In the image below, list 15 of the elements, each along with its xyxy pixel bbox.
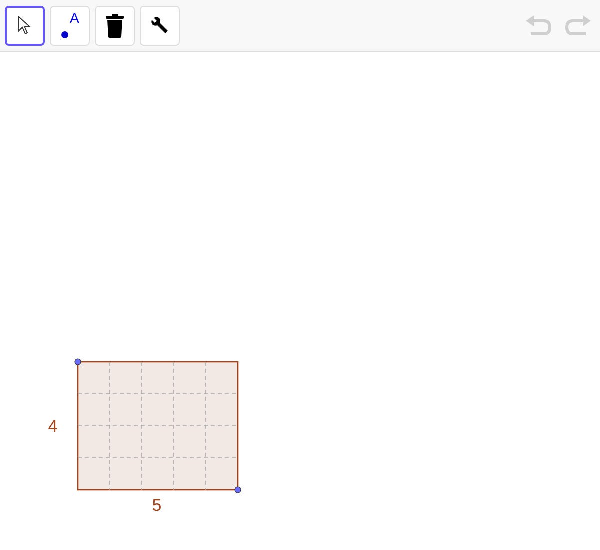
point-icon	[61, 30, 69, 38]
delete-tool-button[interactable]	[95, 6, 135, 46]
point[interactable]	[74, 358, 82, 366]
wrench-icon	[150, 16, 170, 36]
redo-icon	[564, 14, 592, 36]
height-label: 4	[48, 417, 58, 436]
point-tool-button[interactable]: A	[50, 6, 90, 46]
trash-icon	[106, 14, 124, 38]
undo-icon	[525, 14, 553, 36]
width-label: 5	[152, 496, 162, 515]
settings-tool-button[interactable]	[140, 6, 180, 46]
move-tool-button[interactable]	[5, 6, 45, 46]
cursor-icon	[18, 16, 32, 36]
point-label: A	[70, 10, 80, 24]
point[interactable]	[234, 486, 242, 494]
